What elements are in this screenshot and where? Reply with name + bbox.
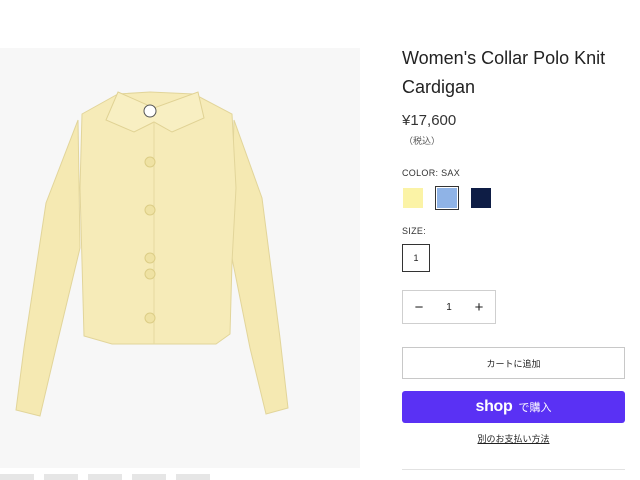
increase-quantity-button[interactable]: +: [464, 291, 494, 323]
add-to-cart-button[interactable]: カートに追加: [402, 347, 625, 379]
quantity-stepper: − 1 +: [402, 290, 496, 324]
thumbnail[interactable]: [88, 474, 122, 480]
size-option[interactable]: 1: [402, 244, 430, 272]
shop-pay-logo: shop: [475, 398, 513, 415]
product-price: ¥17,600: [402, 112, 457, 129]
color-swatch-sax[interactable]: [435, 186, 459, 210]
color-label: COLOR: SAX: [402, 168, 461, 178]
more-payment-options-link[interactable]: 別のお支払い方法: [402, 432, 625, 445]
tax-note: （税込）: [404, 136, 441, 146]
thumbnail[interactable]: [132, 474, 166, 480]
color-swatch-navy[interactable]: [471, 188, 491, 208]
divider: [402, 469, 625, 470]
color-swatch-yellow[interactable]: [403, 188, 423, 208]
thumbnail[interactable]: [176, 474, 210, 480]
quantity-value[interactable]: 1: [433, 291, 465, 323]
cardigan-illustration: [15, 91, 289, 417]
shop-pay-label: で購入: [518, 402, 552, 414]
size-label: SIZE:: [402, 226, 427, 236]
thumbnail[interactable]: [44, 474, 78, 480]
product-title: Women's Collar Polo Knit Cardigan: [402, 48, 606, 97]
shop-pay-button[interactable]: shop で購入: [402, 391, 625, 423]
thumbnail[interactable]: [0, 474, 34, 480]
thumbnail-strip[interactable]: [0, 474, 360, 480]
product-image[interactable]: [0, 48, 360, 468]
decrease-quantity-button[interactable]: −: [404, 291, 434, 323]
